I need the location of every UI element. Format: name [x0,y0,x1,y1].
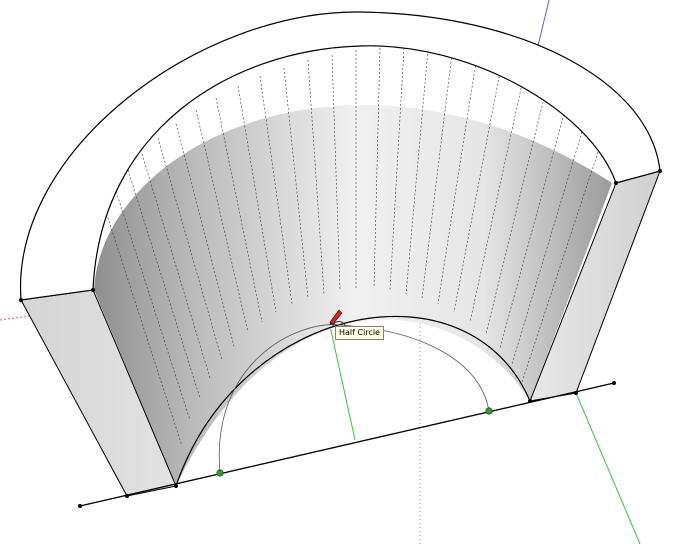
green-axis [575,392,641,544]
tool-tooltip: Half Circle [335,326,384,340]
snap-point-start[interactable] [216,469,224,477]
green-inference-line [329,325,356,441]
snap-point-end[interactable] [485,407,493,415]
modeling-viewport[interactable]: Half Circle [0,0,680,544]
blue-axis [536,0,550,51]
tooltip-text: Half Circle [339,328,380,337]
scene-canvas[interactable] [0,0,680,544]
